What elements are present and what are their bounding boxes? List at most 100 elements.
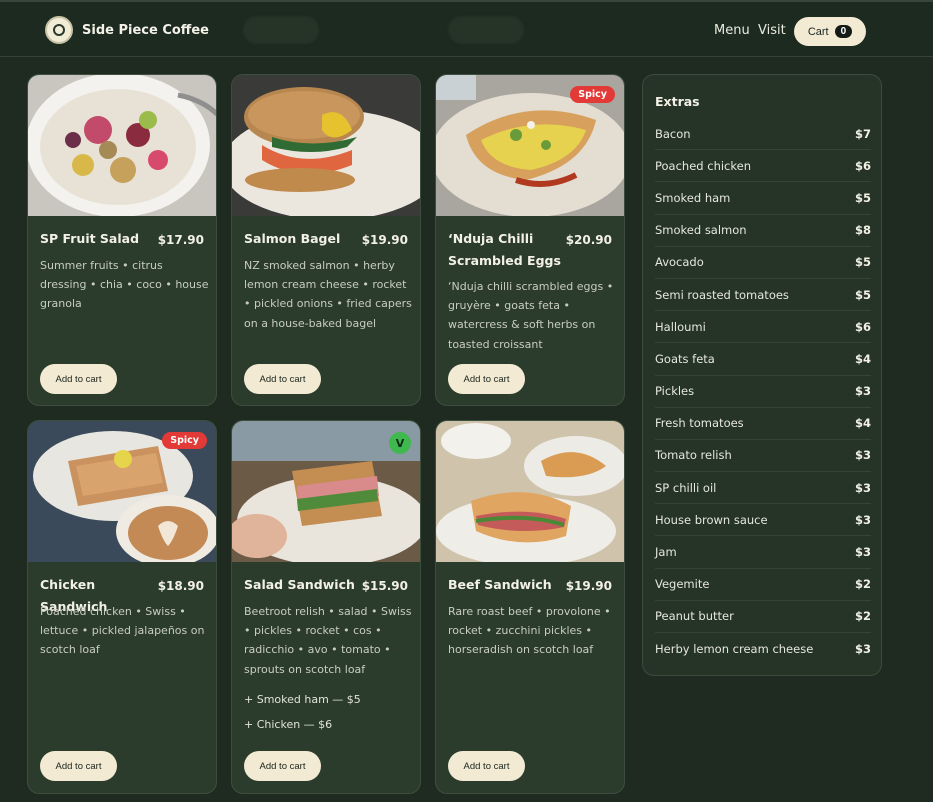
cart-count-badge: 0 bbox=[834, 25, 853, 38]
add-to-cart-button[interactable]: Add to cart bbox=[40, 364, 117, 394]
extra-price: $3 bbox=[854, 448, 871, 463]
extra-price: $5 bbox=[854, 190, 871, 205]
extra-price: $7 bbox=[854, 126, 871, 141]
card-title: Salad Sandwich bbox=[244, 577, 355, 592]
extra-item: SP chilli oil $3 bbox=[655, 472, 871, 505]
extra-name: Goats feta bbox=[655, 351, 715, 366]
card-price: $20.90 bbox=[565, 233, 612, 247]
nav-menu-link[interactable]: Menu bbox=[714, 23, 750, 38]
brand[interactable]: Side Piece Coffee bbox=[45, 16, 209, 44]
card-price: $19.90 bbox=[361, 233, 408, 247]
extra-price: $4 bbox=[854, 351, 871, 366]
site-header: Side Piece Coffee Menu Visit Cart 0 bbox=[0, 0, 933, 57]
extra-item: Goats feta $4 bbox=[655, 343, 871, 376]
extra-name: Bacon bbox=[655, 126, 691, 141]
card-price: $15.90 bbox=[361, 579, 408, 593]
extra-item: Smoked salmon $8 bbox=[655, 215, 871, 247]
menu-card: Spicy ‘Nduja Chilli Scrambled Eggs $20.9… bbox=[435, 74, 625, 406]
extra-price: $6 bbox=[854, 158, 871, 173]
addon-option: + Chicken — $6 bbox=[244, 718, 333, 731]
extra-price: $5 bbox=[854, 287, 871, 302]
add-to-cart-button[interactable]: Add to cart bbox=[40, 751, 117, 781]
extra-price: $3 bbox=[854, 642, 871, 657]
extra-item: Halloumi $6 bbox=[655, 311, 871, 344]
extra-item: Avocado $5 bbox=[655, 247, 871, 279]
add-to-cart-button[interactable]: Add to cart bbox=[448, 751, 525, 781]
extra-price: $8 bbox=[854, 223, 871, 238]
card-description: Beetroot relish • salad • Swiss • pickle… bbox=[244, 605, 412, 676]
extra-name: SP chilli oil bbox=[655, 480, 717, 495]
extra-name: Peanut butter bbox=[655, 609, 734, 624]
extra-name: Pickles bbox=[655, 384, 695, 399]
extra-item: Pickles $3 bbox=[655, 376, 871, 408]
extra-item: Tomato relish $3 bbox=[655, 440, 871, 473]
extra-item: Fresh tomatoes $4 bbox=[655, 408, 871, 440]
card-price: $18.90 bbox=[157, 579, 204, 593]
extra-price: $5 bbox=[854, 255, 871, 270]
cart-label: Cart bbox=[807, 25, 829, 38]
fruit-salad-image bbox=[28, 75, 216, 216]
spicy-badge: Spicy bbox=[162, 432, 207, 449]
extra-item: Jam $3 bbox=[655, 536, 871, 569]
extra-item: Smoked ham $5 bbox=[655, 182, 871, 215]
extra-name: Tomato relish bbox=[655, 448, 732, 463]
card-title: SP Fruit Salad bbox=[40, 231, 140, 246]
extras-title: Extras bbox=[655, 94, 700, 109]
extras-list: Bacon $7 Poached chicken $6 Smoked ham $5 Smok… bbox=[655, 118, 871, 665]
menu-card: Spicy Chicken Sandwich $18.90 Poached ch… bbox=[27, 420, 217, 794]
extra-price: $2 bbox=[854, 577, 871, 592]
salmon-bagel-image bbox=[232, 75, 420, 216]
extra-price: $3 bbox=[854, 480, 871, 495]
extra-price: $3 bbox=[854, 545, 871, 560]
menu-card: SP Fruit Salad $17.90 Summer fruits • ci… bbox=[27, 74, 217, 406]
extra-name: Halloumi bbox=[655, 319, 706, 334]
extra-name: Smoked ham bbox=[655, 190, 731, 205]
spicy-badge: Spicy bbox=[570, 86, 615, 103]
extra-name: Semi roasted tomatoes bbox=[655, 287, 789, 302]
add-to-cart-button[interactable]: Add to cart bbox=[448, 364, 525, 394]
card-description: NZ smoked salmon • herby lemon cream che… bbox=[244, 259, 412, 330]
extra-item: Bacon $7 bbox=[655, 118, 871, 151]
menu-card: Salmon Bagel $19.90 NZ smoked salmon • h… bbox=[231, 74, 421, 406]
menu-card: V Salad Sandwich $15.90 Beetroot relish … bbox=[231, 420, 421, 794]
brand-name: Side Piece Coffee bbox=[82, 22, 209, 38]
menu-card: Beef Sandwich $19.90 Rare roast beef • p… bbox=[435, 420, 625, 794]
extra-name: Poached chicken bbox=[655, 158, 751, 173]
card-title: Beef Sandwich bbox=[448, 577, 552, 592]
add-to-cart-button[interactable]: Add to cart bbox=[244, 751, 321, 781]
card-description: Rare roast beef • provolone • rocket • z… bbox=[448, 605, 611, 657]
card-title: Salmon Bagel bbox=[244, 231, 341, 246]
extra-price: $3 bbox=[854, 384, 871, 399]
blurred-nav-item bbox=[243, 16, 319, 44]
vegetarian-badge: V bbox=[389, 432, 411, 454]
extra-item: Peanut butter $2 bbox=[655, 601, 871, 633]
card-price: $17.90 bbox=[157, 233, 204, 247]
nav-visit-link[interactable]: Visit bbox=[758, 23, 786, 38]
card-description: Summer fruits • citrus dressing • chia •… bbox=[40, 259, 209, 311]
extra-price: $2 bbox=[854, 609, 871, 624]
addon-option: + Smoked ham — $5 bbox=[244, 693, 361, 706]
extra-price: $4 bbox=[854, 416, 871, 431]
coffee-logo-icon bbox=[45, 16, 73, 44]
extra-name: House brown sauce bbox=[655, 512, 768, 527]
extra-item: Herby lemon cream cheese $3 bbox=[655, 633, 871, 665]
extra-name: Avocado bbox=[655, 255, 704, 270]
extra-item: Semi roasted tomatoes $5 bbox=[655, 279, 871, 312]
extra-name: Fresh tomatoes bbox=[655, 416, 744, 431]
card-description: ‘Nduja chilli scrambled eggs • gruyère •… bbox=[448, 280, 614, 351]
cart-button[interactable]: Cart 0 bbox=[794, 17, 866, 46]
extras-panel: Extras Bacon $7 Poached chicken $6 Smoked ha… bbox=[642, 74, 882, 676]
extra-item: House brown sauce $3 bbox=[655, 504, 871, 537]
extra-price: $6 bbox=[854, 319, 871, 334]
extra-item: Poached chicken $6 bbox=[655, 150, 871, 183]
add-to-cart-button[interactable]: Add to cart bbox=[244, 364, 321, 394]
blurred-nav-item bbox=[448, 16, 524, 44]
extra-name: Herby lemon cream cheese bbox=[655, 642, 814, 657]
extra-item: Vegemite $2 bbox=[655, 569, 871, 601]
beef-sandwich-image bbox=[436, 421, 624, 562]
extra-name: Vegemite bbox=[655, 577, 710, 592]
extra-name: Jam bbox=[655, 545, 677, 560]
card-price: $19.90 bbox=[565, 579, 612, 593]
card-title: ‘Nduja Chilli Scrambled Eggs bbox=[448, 231, 561, 268]
card-description: Poached chicken • Swiss • lettuce • pick… bbox=[40, 605, 205, 657]
